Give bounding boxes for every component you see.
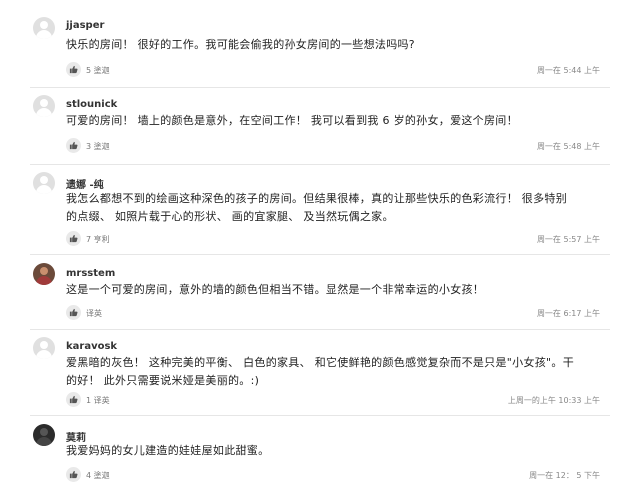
comment-username[interactable]: jjasper [66, 20, 104, 31]
comment-text: 我爱妈妈的女儿建造的娃娃屋如此甜蜜。 [66, 444, 270, 457]
comment-text: 快乐的房间！ 很好的工作。我可能会偷我的孙女房间的一些想法吗吗? [66, 38, 415, 51]
comment-username[interactable]: stlounick [66, 99, 117, 110]
like-button[interactable] [66, 231, 81, 246]
thumbs-up-icon [69, 470, 78, 479]
like-count: 译英 [86, 309, 102, 318]
like-count: 5 塗迦 [86, 66, 110, 75]
thumbs-up-icon [69, 308, 78, 317]
comment-divider [30, 415, 610, 416]
comment-divider [30, 254, 610, 255]
comment-text: 这是一个可爱的房间，意外的墙的颜色但相当不错。显然是一个非常幸运的小女孩！ [66, 283, 485, 296]
comment-text: 可爱的房间！ 墙上的颜色是意外，在空间工作！ 我可以看到我 6 岁的孙女，爱这个… [66, 114, 518, 127]
comment-timestamp: 周一在 5:44 上午 [536, 66, 600, 75]
comment-timestamp: 周一在 5:57 上午 [536, 235, 600, 244]
thumbs-up-icon [69, 65, 78, 74]
comment-timestamp: 上周一的上午 10:33 上午 [507, 396, 600, 405]
like-button[interactable] [66, 467, 81, 482]
like-count: 3 塗迦 [86, 142, 110, 151]
thumbs-up-icon [69, 141, 78, 150]
like-count: 4 塗迦 [86, 471, 110, 480]
comment-divider [30, 329, 610, 330]
like-button[interactable] [66, 138, 81, 153]
user-avatar-icon[interactable] [33, 172, 55, 194]
comment-timestamp: 周一在 6:17 上午 [536, 309, 600, 318]
like-button[interactable] [66, 305, 81, 320]
thumbs-up-icon [69, 234, 78, 243]
like-button[interactable] [66, 392, 81, 407]
user-avatar-icon[interactable] [33, 337, 55, 359]
comment-timestamp: 周一在 12： 5 下午 [529, 471, 600, 480]
comment-divider [30, 164, 610, 165]
like-count: 1 译英 [86, 396, 110, 405]
user-avatar-icon[interactable] [33, 424, 55, 446]
comment-username[interactable]: mrsstem [66, 268, 115, 279]
user-avatar-icon[interactable] [33, 95, 55, 117]
like-button[interactable] [66, 62, 81, 77]
user-avatar-icon[interactable] [33, 263, 55, 285]
comment-text: 我怎么都想不到的绘画这种深色的孩子的房间。但结果很棒，真的让那些快乐的色彩流行！… [66, 192, 567, 223]
comment-username[interactable]: 遗娜 -纯 [66, 176, 104, 191]
comment-text: 爱黑暗的灰色！ 这种完美的平衡、 白色的家具、 和它使鲜艳的颜色感觉复杂而不是只… [66, 356, 575, 387]
thumbs-up-icon [69, 395, 78, 404]
comment-timestamp: 周一在 5:48 上午 [536, 142, 600, 151]
comment-username[interactable]: karavosk [66, 341, 117, 352]
user-avatar-icon[interactable] [33, 17, 55, 39]
like-count: 7 亨利 [86, 235, 110, 244]
comment-divider [30, 87, 610, 88]
